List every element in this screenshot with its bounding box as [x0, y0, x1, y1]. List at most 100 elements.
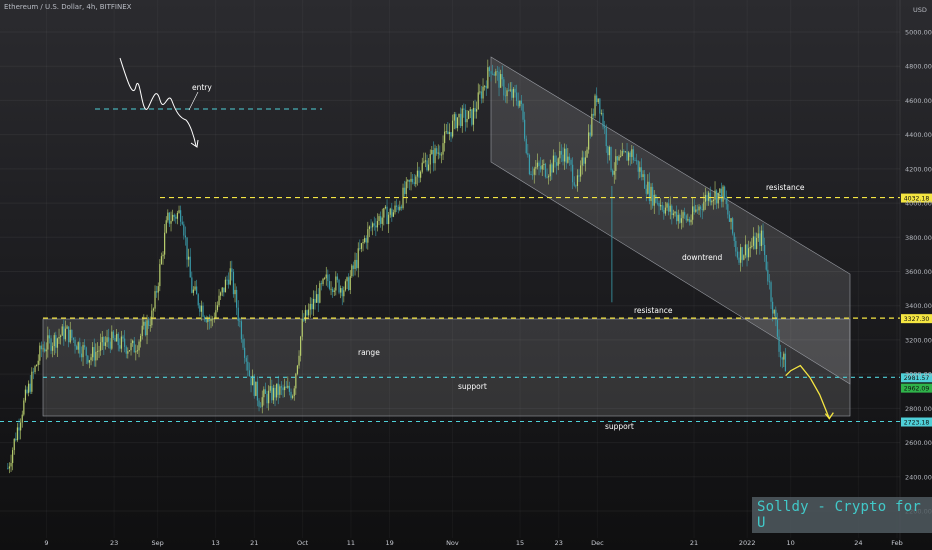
candle-body — [380, 216, 382, 224]
y-tick-label: 3200.00 — [905, 336, 932, 344]
candle-body — [541, 165, 543, 170]
candle-body — [700, 206, 702, 210]
candle-body — [740, 247, 742, 263]
candle-body — [756, 238, 758, 249]
candle-body — [375, 225, 377, 228]
candle-body — [658, 202, 660, 207]
candle-body — [16, 427, 19, 441]
candle-body — [196, 286, 198, 295]
candle-body — [215, 310, 217, 319]
candle-body — [292, 396, 294, 398]
candle-body — [573, 182, 575, 186]
candle-body — [268, 390, 270, 404]
x-tick-label: Dec — [591, 539, 604, 547]
candle-body — [544, 163, 547, 177]
candle-body — [520, 100, 523, 104]
candle-body — [232, 271, 235, 295]
candle-body — [314, 298, 316, 303]
candle-body — [176, 212, 179, 219]
candle-body — [708, 192, 710, 201]
candle-body — [733, 233, 735, 241]
candle-body — [576, 175, 579, 186]
candle-body — [48, 335, 51, 339]
y-tick-label: 3400.00 — [905, 302, 932, 310]
candle-body — [744, 244, 747, 256]
candle-body — [682, 212, 684, 219]
candle-body — [34, 366, 36, 373]
x-tick-label: 24 — [854, 539, 862, 547]
x-tick-label: 10 — [787, 539, 795, 547]
candle-body — [602, 113, 604, 127]
candle-body — [536, 162, 539, 168]
candle-body — [676, 211, 678, 222]
candle-body — [106, 337, 108, 343]
candle-body — [15, 438, 17, 441]
y-tick-label: 3600.00 — [905, 268, 932, 276]
candle-body — [346, 277, 348, 282]
candle-body — [503, 79, 505, 96]
candle-body — [381, 217, 383, 224]
candle-body — [373, 223, 375, 226]
candle-body — [112, 331, 115, 339]
candle-body — [439, 152, 441, 156]
candle-body — [772, 301, 774, 314]
x-axis: 9 23 Sep 13 21 Oct 11 19 Nov 15 23 Dec 21 2022 10 24 Feb — [44, 539, 902, 547]
candle-body — [12, 450, 14, 463]
annotation-support-upper: support — [458, 382, 487, 391]
candle-body — [648, 181, 651, 202]
candle-body — [285, 386, 287, 388]
candle-body — [128, 350, 131, 352]
candle-body — [55, 335, 57, 348]
candle-body — [692, 206, 694, 220]
candle-body — [42, 348, 44, 350]
candle-body — [84, 345, 86, 348]
candle-body — [498, 71, 500, 88]
candle-body — [72, 337, 75, 340]
candle-body — [716, 190, 718, 204]
candle-body — [743, 255, 745, 260]
candle-body — [570, 159, 572, 165]
candle-body — [581, 157, 583, 166]
candle-body — [288, 385, 291, 392]
candle-body — [226, 279, 228, 281]
candle-body — [330, 288, 332, 290]
candle-body — [272, 387, 275, 401]
candle-body — [666, 203, 668, 208]
candle-body — [77, 342, 79, 350]
y-tick-label: 4200.00 — [905, 165, 932, 173]
candle-body — [572, 164, 574, 183]
candle-body — [768, 281, 771, 283]
candle-body — [352, 265, 355, 269]
candle-body — [293, 388, 295, 397]
candle-body — [661, 205, 663, 211]
candle-body — [482, 86, 484, 99]
candle-body — [255, 381, 257, 396]
candle-body — [344, 281, 347, 291]
candle-body — [765, 254, 767, 270]
candle-body — [20, 422, 22, 431]
candle-body — [586, 149, 588, 158]
candle-body — [527, 153, 529, 155]
candle-body — [29, 383, 31, 392]
candle-body — [388, 214, 390, 225]
candle-body — [492, 73, 494, 75]
candlestick-chart[interactable]: 4032.183327.302981.572962.092723.18 entr… — [0, 0, 932, 550]
candle-body — [316, 294, 318, 303]
candle-body — [426, 160, 428, 171]
candle-body — [652, 186, 654, 206]
candle-body — [680, 218, 683, 223]
candle-body — [256, 381, 259, 401]
x-tick-label: Oct — [297, 539, 309, 547]
candle-body — [677, 214, 679, 222]
candle-body — [332, 288, 334, 293]
candle-body — [317, 294, 319, 303]
candle-body — [223, 287, 225, 293]
candle-body — [610, 147, 612, 171]
candle-body — [690, 219, 692, 223]
candle-body — [524, 119, 526, 139]
candle-body — [132, 340, 134, 344]
candle-body — [538, 162, 540, 167]
annotation-support-lower: support — [605, 422, 634, 431]
candle-body — [239, 320, 241, 322]
candle-body — [746, 244, 748, 258]
